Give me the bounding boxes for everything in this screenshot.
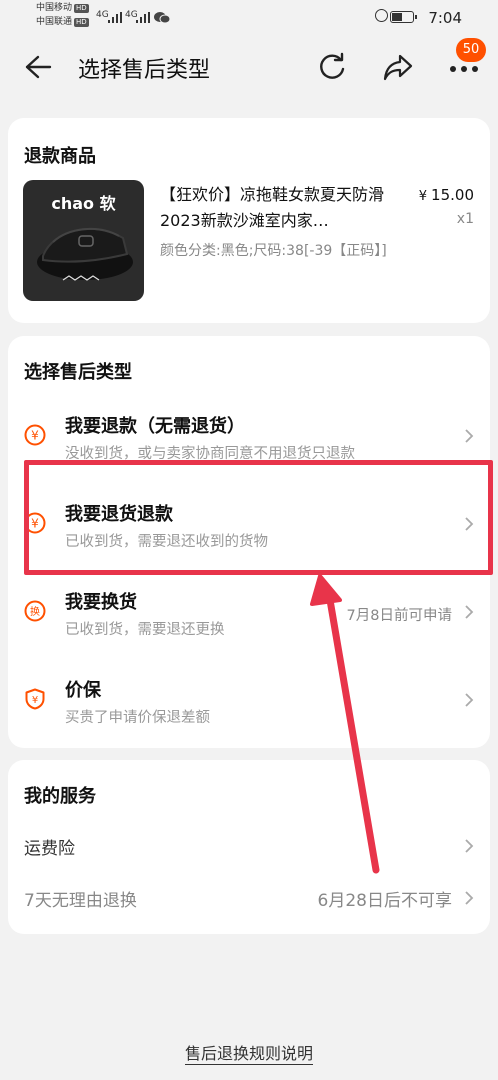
chevron-right-icon — [465, 429, 474, 443]
option-deadline: 7月8日前可申请 — [346, 608, 452, 624]
carrier-2: 中国联通 — [36, 17, 73, 27]
notification-badge: 50 — [456, 38, 486, 62]
share-icon[interactable] — [382, 52, 414, 82]
chevron-right-icon — [465, 839, 474, 853]
product-quantity: x1 — [456, 211, 474, 227]
service-row-shipping-insurance[interactable]: 运费险 — [8, 820, 490, 872]
page-title: 选择售后类型 — [78, 58, 211, 83]
chevron-right-icon — [465, 693, 474, 707]
option-title: 价保 — [65, 680, 101, 701]
network-type-1: 4G — [96, 10, 109, 20]
service-row-7day-return[interactable]: 7天无理由退换 6月28日后不可享 — [8, 872, 490, 924]
exchange-icon: 换 — [24, 600, 46, 622]
annotation-highlight-box — [24, 460, 493, 575]
option-exchange[interactable]: 换 我要换货 已收到货，需要退还更换 7月8日前可申请 — [8, 568, 490, 656]
service-status: 6月28日后不可享 — [317, 891, 452, 911]
service-label: 7天无理由退换 — [24, 891, 137, 911]
slipper-image-icon — [37, 227, 133, 281]
refund-coin-icon: ¥ — [24, 424, 46, 446]
chevron-right-icon — [465, 891, 474, 905]
currency-symbol: ¥ — [418, 189, 428, 204]
carrier-1: 中国移动 — [36, 3, 73, 13]
rules-link-text[interactable]: 售后退换规则说明 — [184, 1044, 313, 1065]
service-label: 运费险 — [24, 839, 75, 859]
section-title-service-type: 选择售后类型 — [24, 362, 132, 383]
option-subtitle: 买贵了申请价保退差额 — [65, 710, 210, 726]
signal-icon — [108, 12, 122, 23]
product-spec: 颜色分类:黑色;尺码:38[-39【正码】] — [160, 243, 387, 259]
price-value: 15.00 — [431, 186, 474, 204]
option-title: 我要退款（无需退货） — [65, 416, 245, 437]
wechat-icon — [154, 12, 170, 24]
back-arrow-icon[interactable] — [24, 54, 52, 80]
svg-text:换: 换 — [30, 605, 40, 618]
nav-bar: 选择售后类型 50 — [0, 34, 498, 100]
my-services-card: 我的服务 运费险 7天无理由退换 6月28日后不可享 — [8, 760, 490, 934]
svg-text:¥: ¥ — [32, 695, 38, 706]
chevron-right-icon — [465, 605, 474, 619]
product-image[interactable]: chao 软 — [23, 180, 144, 301]
price-protection-shield-icon: ¥ — [25, 688, 45, 710]
product-price: ¥15.00 — [419, 186, 474, 204]
option-price-protection[interactable]: ¥ 价保 买贵了申请价保退差额 — [8, 656, 490, 744]
hd-badge: HD — [74, 18, 89, 27]
alarm-icon — [375, 9, 388, 22]
battery-icon — [390, 11, 417, 23]
option-subtitle: 已收到货，需要退还更换 — [65, 622, 225, 638]
clock: 7:04 — [428, 9, 462, 27]
hd-badge: HD — [74, 4, 89, 13]
section-title-refund-item: 退款商品 — [24, 146, 96, 167]
refresh-icon[interactable] — [316, 52, 348, 82]
after-sales-rules-link[interactable]: 售后退换规则说明 — [0, 1040, 498, 1065]
option-title: 我要换货 — [65, 592, 137, 613]
refund-item-card: 退款商品 chao 软 【狂欢价】凉拖鞋女款夏天防滑2023新款沙滩室内家… 颜… — [8, 118, 490, 323]
product-name[interactable]: 【狂欢价】凉拖鞋女款夏天防滑2023新款沙滩室内家… — [160, 182, 400, 234]
status-bar: 中国移动 HD 中国联通 HD 4G 4G 7:04 — [0, 0, 498, 34]
section-title-my-services: 我的服务 — [24, 786, 96, 807]
signal-icon — [136, 12, 150, 23]
more-icon[interactable] — [448, 64, 480, 74]
svg-text:¥: ¥ — [31, 429, 39, 443]
